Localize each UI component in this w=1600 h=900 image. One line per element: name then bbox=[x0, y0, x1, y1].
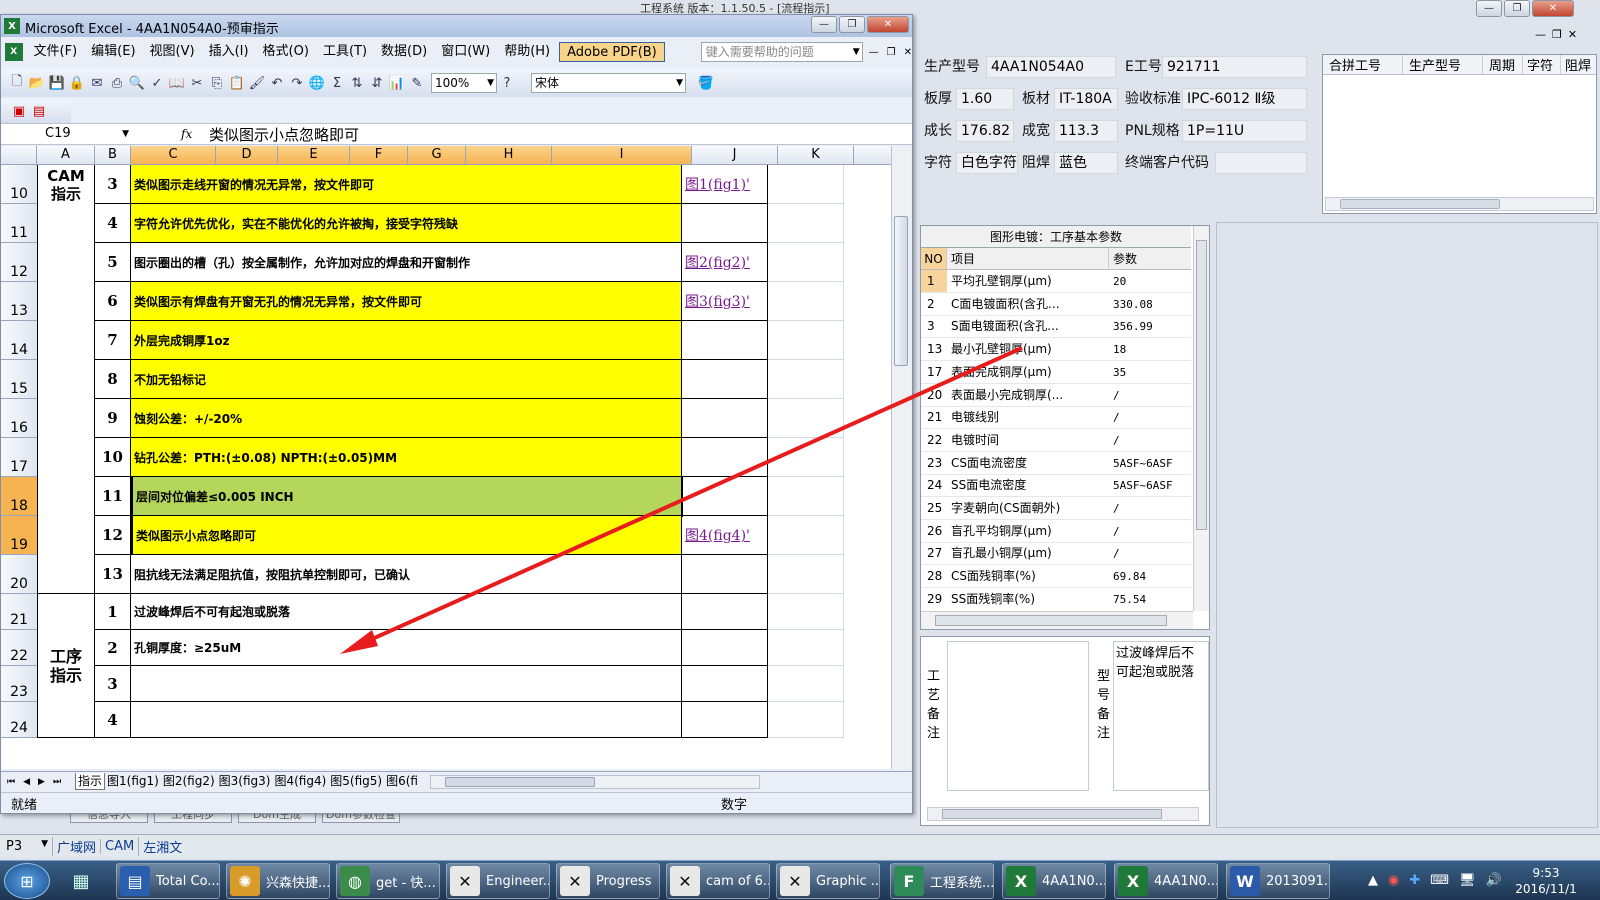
task-label: 兴森快捷... bbox=[266, 875, 330, 891]
task-total-commander[interactable]: ▤ Total Co... bbox=[116, 863, 220, 899]
start-button-icon[interactable]: ⊞ bbox=[4, 863, 50, 899]
task-label: Engineer... bbox=[486, 873, 550, 889]
genesis-icon: ✕ bbox=[450, 866, 480, 896]
task-label: cam of 6... bbox=[706, 873, 770, 889]
task-xingsen[interactable]: ✺ 兴森快捷... bbox=[226, 863, 330, 899]
task-label: Graphic ... bbox=[816, 873, 880, 889]
task-label: get - 快... bbox=[376, 875, 436, 891]
calculator-icon[interactable]: ▦ bbox=[66, 867, 96, 895]
task-word[interactable]: W 2013091... bbox=[1226, 863, 1330, 899]
task-excel-1[interactable]: X 4AA1N0... bbox=[1002, 863, 1106, 899]
tray-clock[interactable]: 9:53 2016/11/1 bbox=[1506, 865, 1586, 897]
tray-monitor-icon[interactable]: 🖥 bbox=[1459, 873, 1476, 888]
excel-icon: X bbox=[1006, 866, 1036, 896]
task-excel-2[interactable]: X 4AA1N0... bbox=[1114, 863, 1218, 899]
tray-app-icon[interactable]: ◉ bbox=[1388, 873, 1399, 888]
task-engineering-system[interactable]: F 工程系统... bbox=[890, 863, 994, 899]
arrow-line bbox=[351, 346, 1023, 650]
task-engineer[interactable]: ✕ Engineer... bbox=[446, 863, 550, 899]
windows-taskbar: ⊞ ▦ ▤ Total Co... ✺ 兴森快捷... ◍ get - 快... ✕ Engi… bbox=[0, 860, 1600, 900]
tray-security-icon[interactable]: ✚ bbox=[1409, 873, 1420, 888]
task-label: 工程系统... bbox=[930, 875, 994, 891]
genesis-icon: ✕ bbox=[780, 866, 810, 896]
chat-icon: ◍ bbox=[340, 866, 370, 896]
word-icon: W bbox=[1230, 866, 1260, 896]
task-graphic[interactable]: ✕ Graphic ... bbox=[776, 863, 880, 899]
tray-network-icon[interactable]: ⌨ bbox=[1430, 873, 1449, 888]
total-commander-icon: ▤ bbox=[120, 866, 150, 896]
clock-date: 2016/11/1 bbox=[1515, 882, 1577, 896]
tray-expand-icon[interactable]: ▲ bbox=[1368, 873, 1378, 888]
task-label: Total Co... bbox=[156, 873, 220, 889]
maple-leaf-icon: ✺ bbox=[230, 866, 260, 896]
system-tray: ▲ ◉ ✚ ⌨ 🖥 🔊 bbox=[1368, 873, 1502, 888]
task-label: 2013091... bbox=[1266, 873, 1330, 889]
engineering-system-icon: F bbox=[894, 866, 924, 896]
task-get[interactable]: ◍ get - 快... bbox=[336, 863, 440, 899]
task-label: Progress bbox=[596, 873, 652, 889]
tray-volume-icon[interactable]: 🔊 bbox=[1486, 873, 1502, 888]
task-label: 4AA1N0... bbox=[1154, 873, 1218, 889]
excel-icon: X bbox=[1118, 866, 1148, 896]
clock-time: 9:53 bbox=[1532, 866, 1560, 880]
task-cam[interactable]: ✕ cam of 6... bbox=[666, 863, 770, 899]
genesis-icon: ✕ bbox=[560, 866, 590, 896]
task-label: 4AA1N0... bbox=[1042, 873, 1106, 889]
genesis-icon: ✕ bbox=[670, 866, 700, 896]
annotation-arrow bbox=[340, 346, 1023, 654]
task-progress[interactable]: ✕ Progress bbox=[556, 863, 660, 899]
arrow-head bbox=[340, 630, 378, 654]
